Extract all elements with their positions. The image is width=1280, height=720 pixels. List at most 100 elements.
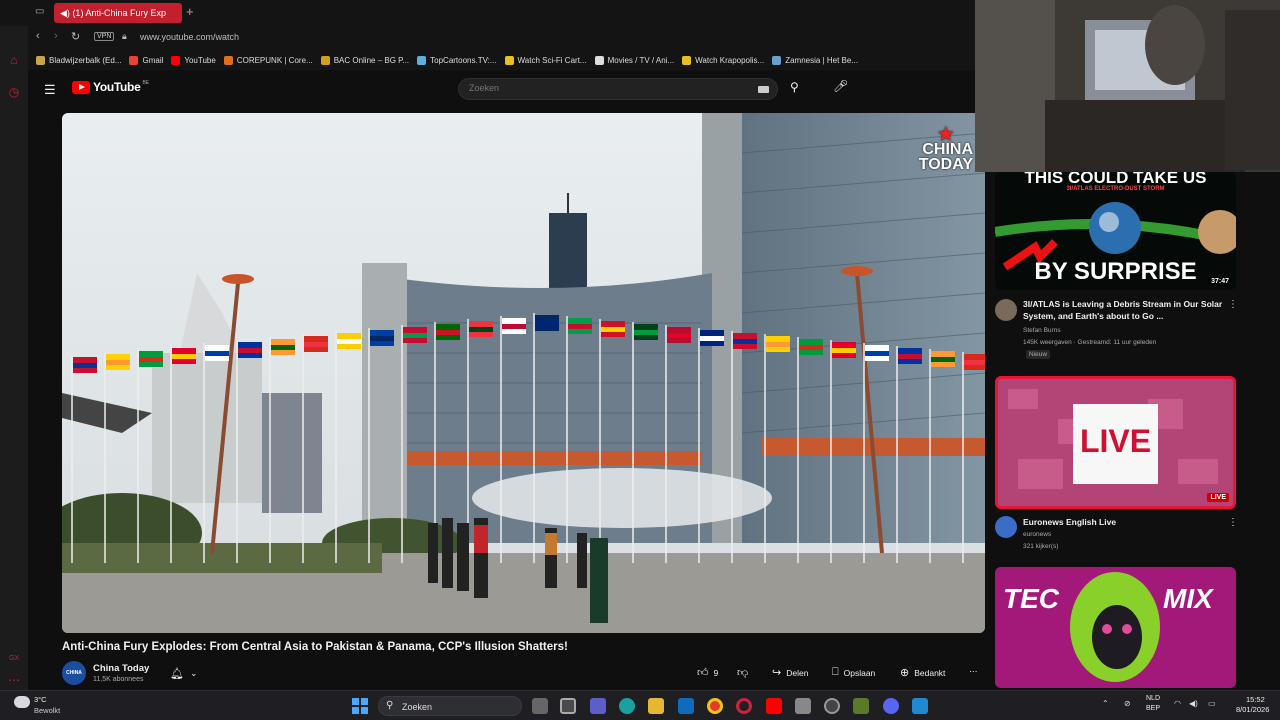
bookmark-item[interactable]: Zamnesia | Het Be... [772, 55, 858, 65]
volume-icon[interactable]: ◀) [1189, 699, 1198, 708]
opera-gx-icon[interactable] [736, 698, 752, 714]
search-icon: ⚲ [386, 700, 394, 711]
lock-icon[interactable]: 🔒︎ [122, 31, 127, 42]
calculator-icon[interactable] [795, 698, 811, 714]
flag-stripe [964, 360, 985, 365]
gx-icon[interactable]: GX [6, 651, 22, 667]
tray-chevron-icon[interactable]: ⌃ [1102, 699, 1109, 708]
youtube-app-icon[interactable] [766, 698, 782, 714]
live-badge: LIVE [1207, 493, 1229, 502]
bookmark-item[interactable]: Watch Krapopolis... [682, 55, 764, 65]
recommendation-channel[interactable]: euronews [1023, 531, 1051, 538]
outlook-icon[interactable] [678, 698, 694, 714]
flag-stripe [799, 345, 823, 350]
bookmark-label: Bladwijzerbalk (Ed... [49, 55, 122, 65]
recommendation-channel[interactable]: Stefan Burns [1023, 327, 1061, 334]
back-icon[interactable]: ‹ [36, 30, 40, 42]
bookmark-label: Watch Sci-Fi Cart... [517, 55, 587, 65]
keyboard-icon[interactable] [758, 86, 769, 93]
video-title: Anti-China Fury Explodes: From Central A… [62, 641, 568, 653]
network-off-icon[interactable]: ⊘ [1124, 699, 1131, 708]
cloud-icon[interactable] [14, 696, 30, 708]
teams-icon[interactable] [590, 698, 606, 714]
bookmark-favicon-icon [417, 55, 427, 65]
china-today-logo-icon: ★ [937, 124, 954, 144]
flag-stripe [337, 339, 361, 344]
weather-temperature[interactable]: 3°C [34, 695, 47, 704]
language-indicator[interactable]: NLD [1146, 695, 1160, 702]
youtube-logo[interactable]: YouTube BE [72, 80, 149, 94]
more-icon: ⋯ [969, 666, 978, 676]
wallet-icon[interactable]: ⌂ [6, 52, 22, 68]
bookmark-item[interactable]: Watch Sci-Fi Cart... [504, 55, 587, 65]
forward-icon[interactable]: › [54, 30, 58, 42]
bookmark-item[interactable]: BAC Online – BG P... [320, 55, 409, 65]
edge-icon[interactable] [619, 698, 635, 714]
flag-stripe [205, 351, 229, 356]
vpn-badge[interactable]: VPN [94, 32, 115, 41]
voice-search-icon[interactable]: 🎤︎ [833, 79, 848, 93]
recommendation-thumbnail[interactable]: TEC MIX [995, 567, 1236, 688]
start-button[interactable] [352, 698, 368, 714]
search-input[interactable] [469, 83, 749, 93]
sidebar-more-icon[interactable]: ⋯ [6, 672, 22, 688]
more-options-icon[interactable]: ⋮ [1228, 517, 1238, 528]
bookmark-item[interactable]: Gmail [129, 55, 163, 65]
thanks-button[interactable]: ⊕ Bedankt [900, 666, 945, 679]
photos-icon[interactable] [912, 698, 928, 714]
search-button[interactable]: ⚲ [790, 80, 799, 94]
recommendation-title[interactable]: 3I/ATLAS is Leaving a Debris Stream in O… [1023, 298, 1223, 322]
more-actions-button[interactable]: ⋯ [969, 666, 978, 677]
share-button[interactable]: ↪ Delen [772, 666, 808, 679]
video-player[interactable]: ★ CHINA TODAY [62, 113, 985, 633]
task-view-icon[interactable] [532, 698, 548, 714]
dislike-button[interactable]: 👎︎ [737, 666, 753, 679]
bookmark-item[interactable]: YouTube [171, 55, 216, 65]
thumbnail-text-bottom: BY SURPRISE [1034, 258, 1197, 285]
taskbar-search[interactable]: ⚲ Zoeken [378, 696, 522, 716]
chrome-icon[interactable] [707, 698, 723, 714]
channel-avatar[interactable] [995, 299, 1017, 321]
new-tab-button[interactable]: + [186, 4, 194, 19]
notification-bell-icon[interactable]: 🔔︎ [170, 667, 184, 680]
taskbar: 3°C Bewolkt ⚲ Zoeken ⌃ ⊘ NLD BEP ◠ ◀) ▭ … [0, 690, 1280, 720]
history-icon[interactable]: ◷ [6, 84, 22, 100]
keyboard-layout-indicator[interactable]: BEP [1146, 705, 1160, 712]
channel-avatar[interactable] [995, 516, 1017, 538]
recommendation-thumbnail[interactable]: THIS COULD TAKE US 3I/ATLAS ELECTRO-DUST… [995, 172, 1236, 290]
app-icon[interactable] [853, 698, 869, 714]
more-options-icon[interactable]: ⋮ [1228, 299, 1238, 310]
battery-icon[interactable]: ▭ [1208, 699, 1216, 708]
tab-title: (1) Anti-China Fury Exp [72, 8, 166, 18]
clock-date[interactable]: 8/01/2026 [1236, 705, 1269, 714]
flag-stripe [370, 336, 394, 341]
bookmark-item[interactable]: TopCartoons.TV:... [417, 55, 497, 65]
menu-icon[interactable]: ☰ [44, 82, 56, 98]
like-button[interactable]: 👍︎ 9 [697, 666, 718, 679]
reload-icon[interactable]: ↻ [71, 30, 80, 43]
save-button[interactable]: ⎕ Opslaan [832, 666, 875, 679]
discord-icon[interactable] [883, 698, 899, 714]
wifi-icon[interactable]: ◠ [1174, 699, 1181, 708]
store-icon[interactable] [560, 698, 576, 714]
weather-description[interactable]: Bewolkt [34, 706, 60, 715]
recommendation-thumbnail[interactable]: LIVE LIVE [995, 376, 1236, 509]
tab-active[interactable]: ◀) (1) Anti-China Fury Exp [54, 3, 182, 23]
bookmark-favicon-icon [36, 55, 45, 65]
flag-stripe [172, 354, 196, 359]
thumbnail-live-text: LIVE [1079, 423, 1152, 459]
region-code: BE [142, 80, 150, 86]
chevron-down-icon[interactable]: ⌄ [190, 668, 198, 679]
workspaces-icon[interactable]: ▭ [35, 6, 44, 17]
watermark-line2: TODAY [918, 156, 973, 173]
bookmark-item[interactable]: Movies / TV / Ani... [594, 55, 674, 65]
channel-name[interactable]: China Today [93, 663, 149, 674]
settings-icon[interactable] [824, 698, 840, 714]
bookmark-item[interactable]: Bladwijzerbalk (Ed... [36, 55, 122, 65]
recommendation-title[interactable]: Euronews English Live [1023, 516, 1223, 528]
file-explorer-icon[interactable] [648, 698, 664, 714]
url-field[interactable]: www.youtube.com/watch [140, 32, 239, 42]
clock-time[interactable]: 15:52 [1246, 695, 1265, 704]
bookmark-item[interactable]: COREPUNK | Core... [223, 55, 313, 65]
channel-avatar[interactable]: CHINA TODAY [62, 661, 86, 700]
